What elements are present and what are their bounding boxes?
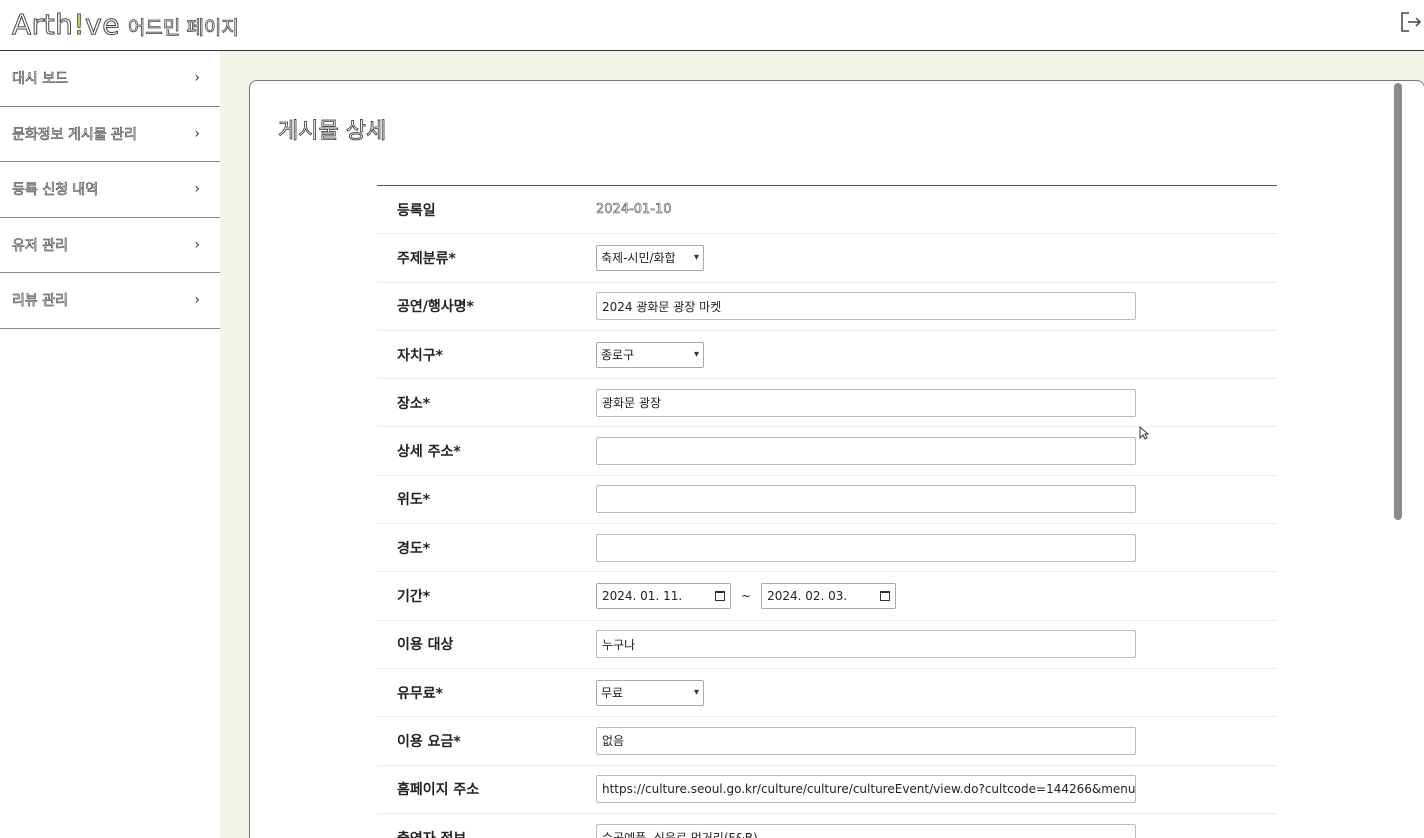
event-name-input[interactable]: 2024 광화문 광장 마켓 <box>596 292 1136 321</box>
form-row-reg-date: 등록일 2024-01-10 <box>377 186 1277 235</box>
sidebar-item-users[interactable]: 유저 관리 › <box>0 218 220 273</box>
target-input[interactable]: 누구나 <box>596 630 1136 659</box>
field-label: 경도* <box>397 540 431 557</box>
logo[interactable]: Arth! ve 어드민 페이지 <box>11 8 240 42</box>
field-label: 자치구* <box>397 347 443 364</box>
form-row-period: 기간* 2024. 01. 11. ~ 2024. 02. 03. <box>377 572 1277 621</box>
field-label: 공연/행사명* <box>397 299 474 316</box>
chevron-down-icon: ▾ <box>693 687 699 699</box>
form-row-fee: 이용 요금* 없음 <box>377 717 1277 766</box>
logo-text-left: Arth <box>11 8 74 42</box>
form-row-longitude: 경도* <box>377 524 1277 573</box>
mouse-cursor-icon <box>1139 426 1149 440</box>
date-separator: ~ <box>741 589 752 604</box>
chevron-right-icon: › <box>194 70 200 87</box>
form-row-homepage: 홈페이지 주소 https://culture.seoul.go.kr/cult… <box>377 766 1277 814</box>
district-select[interactable]: 종로구 ▾ <box>596 341 704 368</box>
paid-select[interactable]: 무료 ▾ <box>596 679 704 706</box>
chevron-down-icon: ▾ <box>693 252 699 264</box>
performer-input[interactable]: 수공예품, 식음료 먹거리(F&B) <box>596 823 1136 838</box>
select-value: 종로구 <box>601 348 635 363</box>
form-row-category: 주제분류* 축제-시민/화합 ▾ <box>377 234 1277 283</box>
logo-text-right: ve <box>85 8 120 42</box>
form-row-target: 이용 대상 누구나 <box>377 621 1277 669</box>
longitude-input[interactable] <box>596 533 1136 562</box>
form-row-performer: 출연자 정보 수공예품, 식음료 먹거리(F&B) <box>377 814 1277 838</box>
sidebar-item-requests[interactable]: 등록 신청 내역 › <box>0 162 220 218</box>
header: Arth! ve 어드민 페이지 <box>0 0 1424 51</box>
field-label: 이용 대상 <box>397 637 454 654</box>
sidebar-item-label: 등록 신청 내역 <box>12 182 99 199</box>
field-label: 홈페이지 주소 <box>397 782 480 799</box>
page-title: 게시물 상세 <box>278 119 387 145</box>
date-value: 2024. 02. 03. <box>767 589 848 604</box>
post-detail-form: 등록일 2024-01-10 주제분류* 축제-시민/화합 ▾ 공연/행사명* … <box>377 185 1277 838</box>
sidebar-item-label: 리뷰 관리 <box>12 293 69 310</box>
logout-icon[interactable] <box>1400 11 1422 33</box>
detail-card: 게시물 상세 등록일 2024-01-10 주제분류* 축제-시민/화합 ▾ 공… <box>249 80 1424 838</box>
logo-bang: ! <box>73 8 86 42</box>
end-date-input[interactable]: 2024. 02. 03. <box>761 583 897 610</box>
select-value: 무료 <box>601 686 624 701</box>
place-input[interactable]: 광화문 광장 <box>596 388 1136 417</box>
sidebar-item-posts[interactable]: 문화정보 게시물 관리 › <box>0 107 220 162</box>
form-row-place: 장소* 광화문 광장 <box>377 379 1277 428</box>
field-label: 위도* <box>397 492 431 509</box>
field-label: 유무료* <box>397 685 443 702</box>
sidebar-item-label: 유저 관리 <box>12 237 69 254</box>
chevron-right-icon: › <box>194 125 200 142</box>
main-content: 게시물 상세 등록일 2024-01-10 주제분류* 축제-시민/화합 ▾ 공… <box>220 51 1424 838</box>
form-row-latitude: 위도* <box>377 476 1277 525</box>
sidebar: 대시 보드 › 문화정보 게시물 관리 › 등록 신청 내역 › 유저 관리 ›… <box>0 51 220 838</box>
field-label: 기간* <box>397 589 431 606</box>
form-row-district: 자치구* 종로구 ▾ <box>377 331 1277 380</box>
sidebar-item-label: 문화정보 게시물 관리 <box>12 126 137 143</box>
sidebar-item-reviews[interactable]: 리뷰 관리 › <box>0 273 220 329</box>
field-label: 장소* <box>397 395 431 412</box>
form-row-paid: 유무료* 무료 ▾ <box>377 669 1277 718</box>
logo-subtitle: 어드민 페이지 <box>127 17 240 40</box>
chevron-right-icon: › <box>194 181 200 198</box>
chevron-down-icon: ▾ <box>693 349 699 361</box>
reg-date-value: 2024-01-10 <box>596 202 672 218</box>
field-label: 주제분류* <box>397 250 456 267</box>
sidebar-item-dashboard[interactable]: 대시 보드 › <box>0 51 220 107</box>
address-input[interactable] <box>596 437 1136 466</box>
fee-input[interactable]: 없음 <box>596 726 1136 755</box>
field-label: 상세 주소* <box>397 444 461 461</box>
start-date-input[interactable]: 2024. 01. 11. <box>596 583 731 610</box>
chevron-right-icon: › <box>194 236 200 253</box>
chevron-right-icon: › <box>194 292 200 309</box>
calendar-icon[interactable] <box>880 591 891 602</box>
field-label: 이용 요금* <box>397 733 461 750</box>
date-value: 2024. 01. 11. <box>602 589 683 604</box>
latitude-input[interactable] <box>596 485 1136 514</box>
field-label: 출연자 정보 <box>377 828 596 838</box>
select-value: 축제-시민/화합 <box>601 251 676 266</box>
form-row-event-name: 공연/행사명* 2024 광화문 광장 마켓 <box>377 283 1277 331</box>
scrollbar-thumb[interactable] <box>1394 83 1402 520</box>
sidebar-item-label: 대시 보드 <box>12 71 69 88</box>
field-label: 등록일 <box>397 202 436 219</box>
calendar-icon[interactable] <box>715 591 725 602</box>
category-select[interactable]: 축제-시민/화합 ▾ <box>596 244 704 271</box>
homepage-input[interactable]: https://culture.seoul.go.kr/culture/cult… <box>596 775 1136 804</box>
